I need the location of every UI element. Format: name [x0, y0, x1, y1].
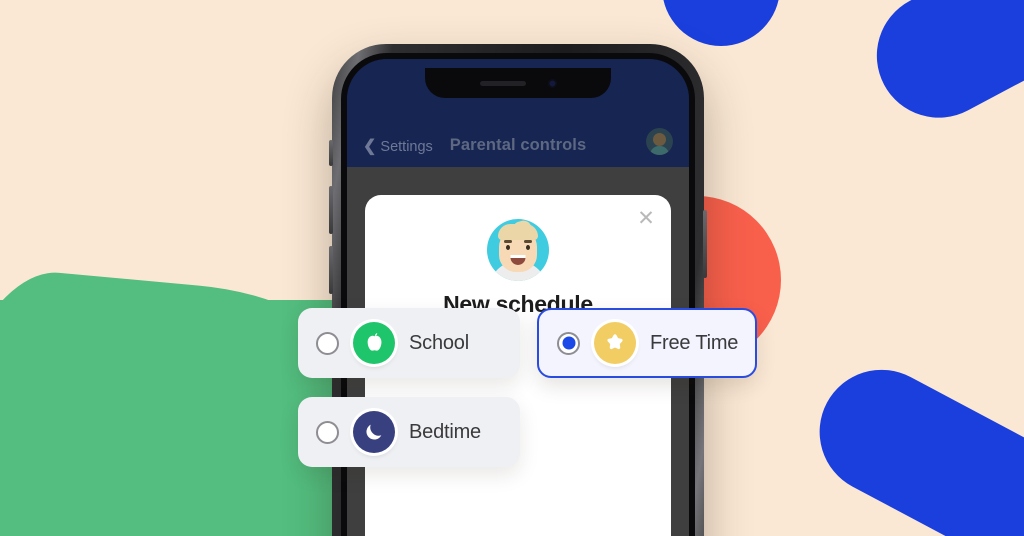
schedule-option-school[interactable]: School: [298, 308, 520, 378]
child-avatar-icon: [487, 219, 549, 281]
blue-capsule-bottom-shape: [797, 348, 1024, 536]
radio-bedtime[interactable]: [316, 420, 339, 444]
option-label: Free Time: [650, 331, 739, 354]
front-camera-icon: [547, 78, 557, 88]
blue-circle-shape: [662, 0, 780, 46]
phone-silent-switch[interactable]: [329, 140, 333, 166]
chevron-left-icon: ❮: [363, 138, 377, 155]
back-to-settings-button[interactable]: ❮ Settings: [363, 138, 433, 156]
radio-school[interactable]: [316, 331, 339, 355]
avatar-teeth: [510, 255, 526, 258]
schedule-option-free-time[interactable]: Free Time: [537, 308, 757, 378]
earpiece-speaker-icon: [479, 80, 526, 86]
avatar-eye-right: [526, 245, 530, 250]
avatar-brow-left: [504, 240, 512, 243]
option-label: Bedtime: [409, 420, 481, 443]
back-button-label: Settings: [380, 139, 433, 155]
phone-volume-up-button[interactable]: [329, 186, 333, 234]
user-avatar-icon[interactable]: [646, 128, 673, 155]
avatar-brow-right: [524, 240, 532, 243]
star-icon: [594, 322, 636, 364]
option-label: School: [409, 331, 469, 354]
phone-power-button[interactable]: [703, 210, 707, 278]
phone-volume-down-button[interactable]: [329, 246, 333, 294]
blue-capsule-top-shape: [855, 0, 1024, 140]
schedule-option-bedtime[interactable]: Bedtime: [298, 397, 520, 467]
close-icon[interactable]: ✕: [635, 207, 657, 229]
avatar-eye-left: [506, 245, 510, 250]
apple-icon: [353, 322, 395, 364]
radio-free-time[interactable]: [557, 331, 580, 355]
phone-notch: [425, 68, 611, 98]
moon-icon: [353, 411, 395, 453]
scene: ❮ Settings Parental controls ✕ New sched…: [0, 0, 1024, 536]
